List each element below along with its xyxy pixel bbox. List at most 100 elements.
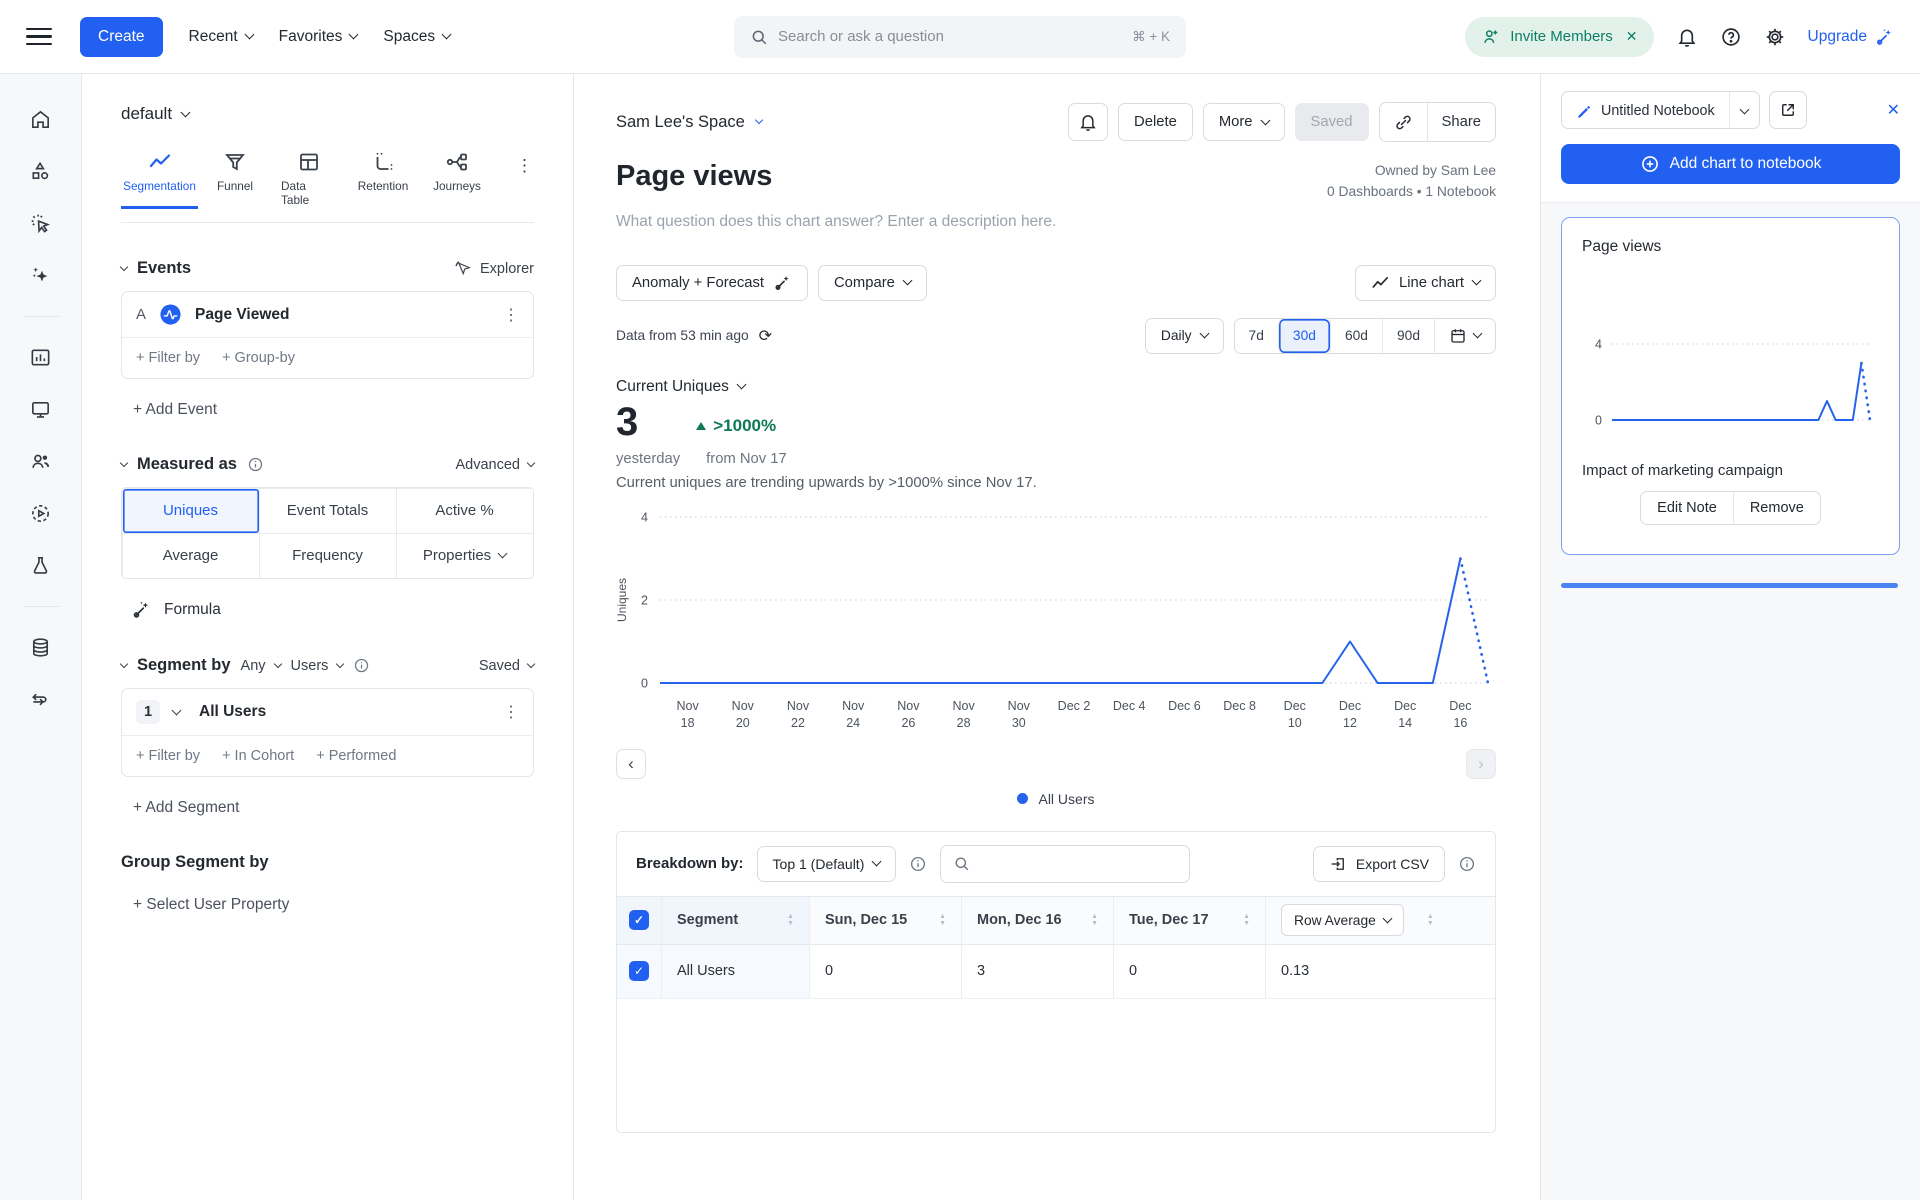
- measure-event-totals[interactable]: Event Totals: [259, 488, 397, 534]
- description-placeholder[interactable]: What question does this chart answer? En…: [616, 213, 1496, 231]
- range-7d[interactable]: 7d: [1235, 319, 1278, 353]
- chevron-down-icon[interactable]: [172, 705, 182, 715]
- tab-retention[interactable]: Retention: [346, 150, 420, 209]
- measure-active-pct[interactable]: Active %: [396, 488, 534, 534]
- add-segment-button[interactable]: + Add Segment: [133, 799, 534, 817]
- chart-page-right-button[interactable]: ›: [1466, 749, 1496, 779]
- tab-funnel[interactable]: Funnel: [198, 150, 272, 209]
- measure-uniques[interactable]: Uniques: [122, 488, 260, 534]
- measure-properties[interactable]: Properties: [396, 533, 534, 579]
- export-csv-button[interactable]: Export CSV: [1313, 846, 1445, 882]
- saved-segments-dropdown[interactable]: Saved: [479, 658, 534, 674]
- remove-button[interactable]: Remove: [1734, 492, 1820, 524]
- flask-icon[interactable]: [29, 554, 52, 577]
- more-chart-types-icon[interactable]: ⋮: [516, 156, 534, 176]
- advanced-dropdown[interactable]: Advanced: [456, 457, 535, 473]
- row-segment-cell[interactable]: All Users: [661, 945, 809, 999]
- tab-journeys[interactable]: Journeys: [420, 150, 494, 209]
- share-button[interactable]: Share: [1428, 103, 1496, 141]
- explorer-button[interactable]: Explorer: [453, 259, 534, 278]
- search-input[interactable]: Search or ask a question ⌘ + K: [734, 16, 1186, 58]
- create-button[interactable]: Create: [80, 17, 163, 57]
- row-checkbox[interactable]: ✓: [629, 961, 649, 981]
- tab-segmentation[interactable]: Segmentation: [121, 150, 198, 209]
- invite-members-button[interactable]: Invite Members ✕: [1465, 17, 1653, 57]
- custom-date-range-button[interactable]: [1434, 319, 1495, 353]
- event-options-icon[interactable]: ⋮: [503, 305, 519, 325]
- column-header-dec16[interactable]: Mon, Dec 16▲▼: [961, 897, 1113, 945]
- breakdown-search-input[interactable]: [940, 845, 1190, 883]
- info-icon[interactable]: [353, 657, 370, 674]
- segment-performed[interactable]: + Performed: [316, 748, 396, 764]
- breakdown-top-dropdown[interactable]: Top 1 (Default): [757, 846, 897, 882]
- segment-name[interactable]: All Users: [199, 703, 490, 721]
- copy-link-icon[interactable]: [1380, 103, 1427, 141]
- monitor-icon[interactable]: [29, 398, 52, 421]
- project-selector[interactable]: default: [121, 104, 534, 124]
- add-event-button[interactable]: + Add Event: [133, 401, 534, 419]
- segment-in-cohort[interactable]: + In Cohort: [222, 748, 294, 764]
- shapes-icon[interactable]: [29, 160, 52, 183]
- granularity-dropdown[interactable]: Daily: [1145, 318, 1224, 354]
- collapse-icon[interactable]: [120, 262, 128, 270]
- settings-gear-icon[interactable]: [1764, 26, 1786, 48]
- segment-any-dropdown[interactable]: Any: [241, 658, 281, 674]
- notebook-dropdown[interactable]: [1730, 92, 1759, 129]
- metric-delta[interactable]: >1000%: [696, 416, 776, 436]
- segment-filter-by[interactable]: + Filter by: [136, 748, 200, 764]
- range-30d[interactable]: 30d: [1278, 319, 1330, 353]
- range-90d[interactable]: 90d: [1382, 319, 1434, 353]
- tab-data-table[interactable]: Data Table: [272, 150, 346, 223]
- info-icon[interactable]: [909, 855, 927, 873]
- select-all-checkbox[interactable]: ✓: [629, 910, 649, 930]
- sort-icon[interactable]: ▲▼: [1427, 913, 1434, 927]
- play-circle-icon[interactable]: [29, 502, 52, 525]
- collapse-icon[interactable]: [120, 659, 128, 667]
- swap-arrows-icon[interactable]: [29, 688, 52, 711]
- info-icon[interactable]: [247, 456, 264, 473]
- compare-button[interactable]: Compare: [818, 265, 927, 301]
- refresh-icon[interactable]: ⟳: [759, 326, 772, 346]
- chart-type-dropdown[interactable]: Line chart: [1355, 265, 1496, 301]
- recent-menu[interactable]: Recent: [189, 28, 253, 46]
- favorites-menu[interactable]: Favorites: [279, 28, 358, 46]
- menu-icon[interactable]: [26, 28, 52, 45]
- delete-button[interactable]: Delete: [1118, 103, 1193, 141]
- select-user-property-button[interactable]: + Select User Property: [133, 896, 534, 914]
- space-selector[interactable]: Sam Lee's Space: [616, 113, 762, 132]
- database-icon[interactable]: [29, 636, 52, 659]
- ai-sparkles-icon[interactable]: [29, 264, 52, 287]
- home-icon[interactable]: [29, 108, 52, 131]
- anomaly-forecast-button[interactable]: Anomaly + Forecast: [616, 265, 808, 301]
- sort-icon[interactable]: ▲▼: [1243, 913, 1250, 927]
- notifications-bell-icon[interactable]: [1676, 26, 1698, 48]
- cursor-click-icon[interactable]: [29, 212, 52, 235]
- help-icon[interactable]: [1720, 26, 1742, 48]
- measure-average[interactable]: Average: [122, 533, 260, 579]
- upgrade-link[interactable]: Upgrade: [1808, 27, 1894, 47]
- notebook-selector[interactable]: Untitled Notebook: [1562, 92, 1729, 129]
- measure-frequency[interactable]: Frequency: [259, 533, 397, 579]
- info-icon[interactable]: [1458, 855, 1476, 873]
- edit-note-button[interactable]: Edit Note: [1641, 492, 1733, 524]
- sort-icon[interactable]: ▲▼: [1091, 913, 1098, 927]
- event-filter-by[interactable]: + Filter by: [136, 350, 200, 366]
- chart-alert-bell-button[interactable]: [1068, 103, 1108, 141]
- sort-icon[interactable]: ▲▼: [787, 913, 794, 927]
- column-header-segment[interactable]: Segment▲▼: [661, 897, 809, 945]
- row-average-dropdown[interactable]: Row Average: [1281, 904, 1404, 936]
- notebook-chart-card[interactable]: Page views 04 Impact of marketing campai…: [1561, 217, 1900, 555]
- users-icon[interactable]: [29, 450, 52, 473]
- chart-page-left-button[interactable]: ‹: [616, 749, 646, 779]
- legend-all-users[interactable]: All Users: [616, 791, 1496, 807]
- spaces-menu[interactable]: Spaces: [383, 28, 450, 46]
- bar-chart-icon[interactable]: [29, 346, 52, 369]
- collapse-icon[interactable]: [120, 458, 128, 466]
- event-name[interactable]: Page Viewed: [195, 306, 490, 324]
- segment-options-icon[interactable]: ⋮: [503, 702, 519, 722]
- metric-selector[interactable]: Current Uniques: [616, 378, 1496, 396]
- range-60d[interactable]: 60d: [1330, 319, 1382, 353]
- formula-button[interactable]: Formula: [131, 599, 534, 620]
- column-header-dec17[interactable]: Tue, Dec 17▲▼: [1113, 897, 1265, 945]
- dismiss-invite-icon[interactable]: ✕: [1626, 28, 1638, 45]
